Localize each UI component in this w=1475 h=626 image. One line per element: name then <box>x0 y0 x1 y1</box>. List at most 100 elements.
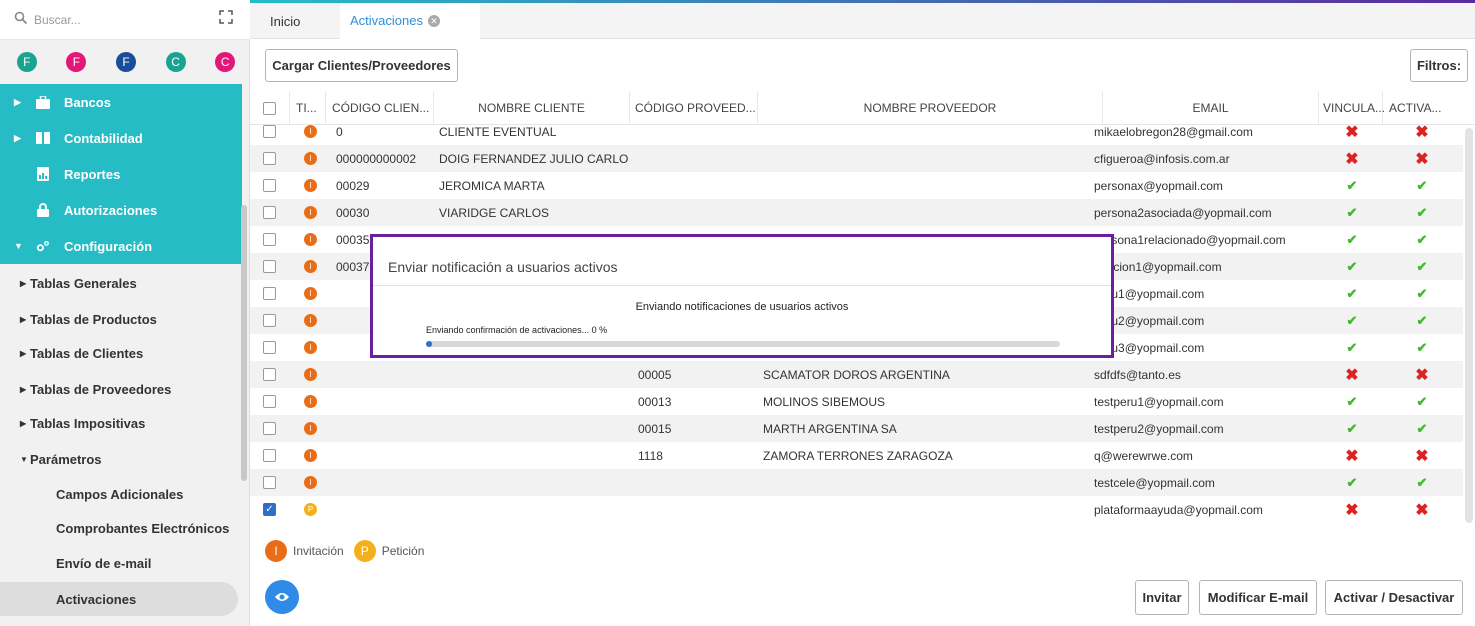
row-select[interactable] <box>263 307 287 334</box>
sidebar-item-activaciones[interactable]: Activaciones <box>0 582 238 616</box>
row-select[interactable] <box>263 388 287 415</box>
sidebar-item-configuracion[interactable]: ▼ Configuración <box>0 228 242 264</box>
table-scrollbar[interactable] <box>1465 128 1473 523</box>
search-input[interactable]: Buscar... <box>34 13 81 27</box>
avatar[interactable]: C <box>215 52 236 72</box>
close-tab-icon[interactable]: ✕ <box>427 14 440 27</box>
invitar-button[interactable]: Invitar <box>1135 580 1189 615</box>
active-status-cell: ✔ <box>1402 307 1442 334</box>
client-name-cell <box>439 496 629 523</box>
row-checkbox[interactable]: ✓ <box>263 503 276 516</box>
sidebar-item-tablas-generales[interactable]: ▶ Tablas Generales <box>0 266 242 300</box>
row-select[interactable] <box>263 226 287 253</box>
row-checkbox[interactable] <box>263 179 276 192</box>
sidebar-item-tablas-proveedores[interactable]: ▶ Tablas de Proveedores <box>0 372 242 406</box>
table-row[interactable]: I 00005 SCAMATOR DOROS ARGENTINA sdfdfs@tan… <box>250 361 1463 388</box>
linked-status-cell: ✖ <box>1332 442 1372 469</box>
client-name-cell: CLIENTE EVENTUAL <box>439 124 557 139</box>
row-checkbox[interactable] <box>263 152 276 165</box>
table-row[interactable]: I 00029 JEROMICA MARTA personax@yopmail.com… <box>250 172 1463 199</box>
caret-right-icon: ▶ <box>20 278 27 288</box>
table-row[interactable]: I 1118 ZAMORA TERRONES ZARAGOZA q@werewrwe.… <box>250 442 1463 469</box>
active-status-cell: ✔ <box>1402 415 1442 442</box>
row-select[interactable] <box>263 199 287 226</box>
cargar-button[interactable]: Cargar Clientes/Proveedores <box>265 49 458 82</box>
sidebar-item-bancos[interactable]: ▶ Bancos <box>0 84 242 120</box>
row-checkbox[interactable] <box>263 422 276 435</box>
tab-label: Activaciones <box>350 13 423 28</box>
row-select[interactable] <box>263 415 287 442</box>
expand-icon[interactable] <box>218 9 234 25</box>
row-select[interactable] <box>263 280 287 307</box>
row-select[interactable]: ✓ <box>263 496 287 523</box>
sidebar-item-autorizaciones[interactable]: Autorizaciones <box>0 192 242 228</box>
client-code-cell <box>336 469 432 496</box>
avatar[interactable]: F <box>115 52 136 72</box>
row-checkbox[interactable] <box>263 449 276 462</box>
view-button[interactable] <box>265 580 299 614</box>
avatar-slot: F <box>2 52 52 72</box>
table-row[interactable]: Itestcele@yopmail.com ✔ ✔ <box>250 469 1463 496</box>
modificar-email-button[interactable]: Modificar E-mail <box>1199 580 1317 615</box>
active-status-cell: ✖ <box>1402 361 1442 388</box>
linked-status-cell: ✔ <box>1332 334 1372 361</box>
row-select[interactable] <box>263 334 287 361</box>
client-code-cell: 00029 <box>336 178 370 193</box>
avatar[interactable]: F <box>16 52 37 72</box>
row-checkbox[interactable] <box>263 341 276 354</box>
sidebar-scrollbar[interactable] <box>241 205 247 481</box>
type-cell: I <box>304 361 324 388</box>
legend-label: Petición <box>381 544 425 558</box>
sidebar-item-reportes[interactable]: Reportes <box>0 156 242 192</box>
client-code-cell: 00030 <box>336 205 370 220</box>
row-checkbox[interactable] <box>263 287 276 300</box>
row-checkbox[interactable] <box>263 314 276 327</box>
row-checkbox[interactable] <box>263 206 276 219</box>
row-checkbox[interactable] <box>263 260 276 273</box>
row-checkbox[interactable] <box>263 125 276 138</box>
row-select[interactable] <box>263 253 287 280</box>
row-checkbox[interactable] <box>263 476 276 489</box>
activar-desactivar-button[interactable]: Activar / Desactivar <box>1325 580 1463 615</box>
tab-inicio[interactable]: Inicio <box>270 3 300 39</box>
sidebar-item-tablas-clientes[interactable]: ▶ Tablas de Clientes <box>0 336 242 370</box>
email-cell: testperu1@yopmail.com <box>1094 394 1224 409</box>
row-select[interactable] <box>263 469 287 496</box>
table-row[interactable]: I 00030 VIARIDGE CARLOS persona2asociada@yo… <box>250 199 1463 226</box>
sidebar-item-campos-adicionales[interactable]: Campos Adicionales <box>0 477 242 511</box>
row-checkbox[interactable] <box>263 368 276 381</box>
row-select[interactable] <box>263 118 287 145</box>
table-row[interactable]: I 0 CLIENTE EVENTUAL mikaelobregon28@gmail.… <box>250 118 1463 145</box>
sidebar-item-comprobantes[interactable]: Comprobantes Electrónicos <box>0 511 242 545</box>
client-name-cell <box>439 442 629 469</box>
sidebar-item-label: Envío de e-mail <box>56 555 152 571</box>
sidebar-item-tablas-impositivas[interactable]: ▶ Tablas Impositivas <box>0 406 242 440</box>
row-checkbox[interactable] <box>263 233 276 246</box>
sidebar-search[interactable]: Buscar... <box>0 0 250 40</box>
row-select[interactable] <box>263 442 287 469</box>
type-cell: I <box>304 145 324 172</box>
filtros-button[interactable]: Filtros: <box>1410 49 1468 82</box>
linked-status-cell: ✔ <box>1332 415 1372 442</box>
row-select[interactable] <box>263 172 287 199</box>
provider-code-cell: 00005 <box>638 367 672 382</box>
row-select[interactable] <box>263 145 287 172</box>
tab-activaciones[interactable]: Activaciones ✕ <box>340 3 480 39</box>
table-row[interactable]: I 00013 MOLINOS SIBEMOUS testperu1@yopmail.… <box>250 388 1463 415</box>
sidebar-item-label: Tablas de Clientes <box>30 345 144 361</box>
sidebar-item-envio-email[interactable]: Envío de e-mail <box>0 546 242 580</box>
sidebar-item-contabilidad[interactable]: ▶ Contabilidad <box>0 120 242 156</box>
check-icon: ✔ <box>1416 258 1428 274</box>
avatar[interactable]: C <box>165 52 186 72</box>
select-all-checkbox[interactable] <box>263 101 276 115</box>
table-row[interactable]: I 000000000002 DOIG FERNANDEZ JULIO CARLOS… <box>250 145 1463 172</box>
avatar[interactable]: F <box>66 52 87 72</box>
progress-bar <box>426 341 1060 347</box>
table-row[interactable]: I 00015 MARTH ARGENTINA SA testperu2@yopmai… <box>250 415 1463 442</box>
row-select[interactable] <box>263 361 287 388</box>
row-checkbox[interactable] <box>263 395 276 408</box>
sidebar-item-parametros[interactable]: ▼ Parámetros <box>0 442 242 476</box>
caret-down-icon: ▼ <box>20 454 28 464</box>
sidebar-item-tablas-productos[interactable]: ▶ Tablas de Productos <box>0 302 242 336</box>
table-row[interactable]: ✓ Pplataformaayuda@yopmail.com ✖ ✖ <box>250 496 1463 523</box>
